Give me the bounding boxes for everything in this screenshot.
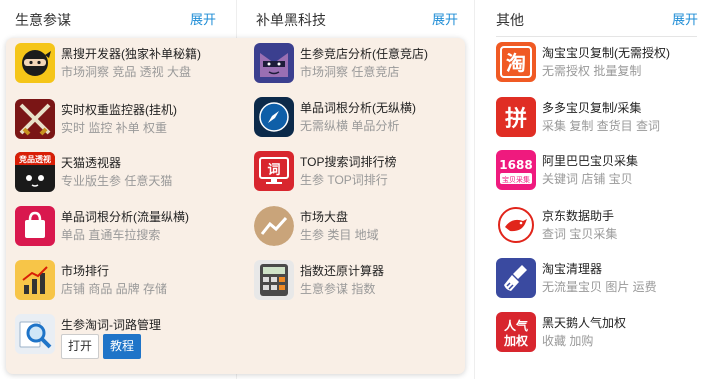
- tool-name: 市场大盘: [300, 210, 349, 224]
- column-title: 其他: [496, 12, 524, 28]
- ninja-icon: [15, 43, 55, 83]
- tool-desc: 关键词 店铺 宝贝: [542, 172, 633, 186]
- mask-face-icon: [254, 43, 294, 83]
- svg-text:人气: 人气: [504, 318, 528, 333]
- shopping-bag-icon: [15, 206, 55, 246]
- tool-black-search[interactable]: 黑搜开发器(独家补单秘籍) 市场洞察 竞品 透视 大盘: [15, 43, 235, 87]
- tool-name: 淘宝清理器: [542, 262, 603, 276]
- tool-desc: 采集 复制 查货目 查词: [542, 119, 661, 133]
- tool-name: 市场排行: [61, 264, 110, 278]
- bar-chart-icon: [15, 260, 55, 300]
- expanded-tools-panel: 黑搜开发器(独家补单秘籍) 市场洞察 竞品 透视 大盘 实时权重监控器(挂机) …: [6, 38, 465, 374]
- crossed-swords-icon: [15, 99, 55, 139]
- tool-name: 京东数据助手: [542, 209, 615, 223]
- trend-icon: [254, 206, 294, 246]
- tool-desc: 生参 类目 地域: [300, 228, 379, 242]
- column-other: 其他 展开 淘 淘宝宝贝复制(无需授权) 无需授权 批量复制 拼 多多宝贝复制/…: [474, 0, 723, 379]
- tool-top-search-rank[interactable]: 词 TOP搜索词排行榜 生参 TOP词排行: [254, 151, 459, 195]
- tool-weight-monitor[interactable]: 实时权重监控器(挂机) 实时 监控 补单 权重: [15, 99, 235, 143]
- tool-desc: 单品 直通车拉搜索: [61, 228, 161, 242]
- tool-desc: 店铺 商品 品牌 存储: [61, 282, 168, 296]
- tool-name: TOP搜索词排行榜: [300, 155, 397, 169]
- tool-name: 实时权重监控器(挂机): [61, 103, 177, 117]
- column-header: 其他 展开: [475, 0, 723, 37]
- expand-link[interactable]: 展开: [432, 9, 458, 28]
- tool-market-overview[interactable]: 市场大盘 生参 类目 地域: [254, 206, 459, 250]
- tool-index-calculator[interactable]: 指数还原计算器 生意参谋 指数: [254, 260, 459, 304]
- tool-name: 黑搜开发器(独家补单秘籍): [61, 47, 201, 61]
- tool-taobao-copy[interactable]: 淘 淘宝宝贝复制(无需授权) 无需授权 批量复制: [496, 42, 716, 86]
- tool-desc: 无需授权 批量复制: [542, 64, 642, 78]
- tool-competitor-shop[interactable]: 生参竞店分析(任意竞店) 市场洞察 任意竞店: [254, 43, 459, 87]
- compass-icon: [254, 97, 294, 137]
- tool-desc: 无需纵横 单品分析: [300, 119, 400, 133]
- tool-jd-helper[interactable]: 京东数据助手 查词 宝贝采集: [496, 205, 716, 249]
- tool-tmall-viewer[interactable]: 竞品透视 天猫透视器 专业版生参 任意天猫: [15, 152, 235, 196]
- tool-desc: 实时 监控 补单 权重: [61, 121, 168, 135]
- tool-popularity-boost[interactable]: 人气 加权 黑天鹅人气加权 收藏 加购: [496, 312, 716, 356]
- tool-desc: 市场洞察 竞品 透视 大盘: [61, 65, 192, 79]
- tool-1688-collect[interactable]: 1688 宝贝采集 阿里巴巴宝贝采集 关键词 店铺 宝贝: [496, 150, 716, 194]
- popularity-icon: 人气 加权: [496, 312, 536, 352]
- tool-name: 生参竞店分析(任意竞店): [300, 47, 428, 61]
- tool-desc: 查词 宝贝采集: [542, 227, 618, 241]
- tool-desc: 收藏 加购: [542, 334, 594, 348]
- column-header: 补单黑科技 展开: [237, 0, 474, 36]
- taobao-icon: 淘: [496, 42, 536, 82]
- svg-text:拼: 拼: [505, 106, 527, 132]
- tool-name: 黑天鹅人气加权: [542, 316, 627, 330]
- tool-name: 生参淘词-词路管理: [61, 318, 161, 332]
- column-title: 生意参谋: [15, 12, 71, 28]
- tool-name: 多多宝贝复制/采集: [542, 101, 642, 115]
- tool-market-rank[interactable]: 市场排行 店铺 商品 品牌 存储: [15, 260, 235, 304]
- column-title: 补单黑科技: [256, 12, 326, 28]
- expand-link[interactable]: 展开: [672, 9, 698, 28]
- tool-name: 淘宝宝贝复制(无需授权): [542, 46, 670, 60]
- tool-name: 天猫透视器: [61, 156, 122, 170]
- tool-taobao-cleaner[interactable]: 淘宝清理器 无流量宝贝 图片 运费: [496, 258, 716, 302]
- jd-dog-icon: [496, 205, 536, 245]
- column-header: 生意参谋 展开: [0, 0, 236, 36]
- tool-name: 指数还原计算器: [300, 264, 385, 278]
- tool-name: 单品词根分析(流量纵横): [61, 210, 189, 224]
- pinduoduo-icon: 拼: [496, 97, 536, 137]
- tool-desc: 生参 TOP词排行: [300, 173, 388, 187]
- tool-pdd-copy[interactable]: 拼 多多宝贝复制/采集 采集 复制 查货目 查词: [496, 97, 716, 141]
- tmall-icon: 竞品透视: [15, 152, 55, 192]
- calculator-icon: [254, 260, 294, 300]
- tool-root-analysis-no-traffic[interactable]: 单品词根分析(无纵横) 无需纵横 单品分析: [254, 97, 459, 141]
- tool-name: 单品词根分析(无纵横): [300, 101, 416, 115]
- svg-text:词: 词: [267, 163, 280, 178]
- svg-text:1688: 1688: [499, 158, 532, 172]
- tutorial-button[interactable]: 教程: [103, 334, 142, 359]
- svg-text:淘: 淘: [506, 51, 526, 75]
- tool-desc: 市场洞察 任意竞店: [300, 65, 400, 79]
- monitor-icon: 词: [254, 151, 294, 191]
- expand-link[interactable]: 展开: [190, 9, 216, 28]
- svg-text:加权: 加权: [503, 333, 529, 348]
- tool-root-analysis-traffic[interactable]: 单品词根分析(流量纵横) 单品 直通车拉搜索: [15, 206, 235, 250]
- tool-desc: 专业版生参 任意天猫: [61, 174, 173, 188]
- broom-icon: [496, 258, 536, 298]
- svg-text:宝贝采集: 宝贝采集: [502, 175, 530, 184]
- alibaba-1688-icon: 1688 宝贝采集: [496, 150, 536, 190]
- divider: [496, 36, 697, 37]
- tool-name: 阿里巴巴宝贝采集: [542, 154, 639, 168]
- tool-desc: 无流量宝贝 图片 运费: [542, 280, 657, 294]
- magnifier-icon: [15, 314, 55, 354]
- svg-text:竞品透视: 竞品透视: [18, 154, 51, 164]
- open-button[interactable]: 打开: [61, 334, 100, 359]
- tool-desc: 生意参谋 指数: [300, 282, 376, 296]
